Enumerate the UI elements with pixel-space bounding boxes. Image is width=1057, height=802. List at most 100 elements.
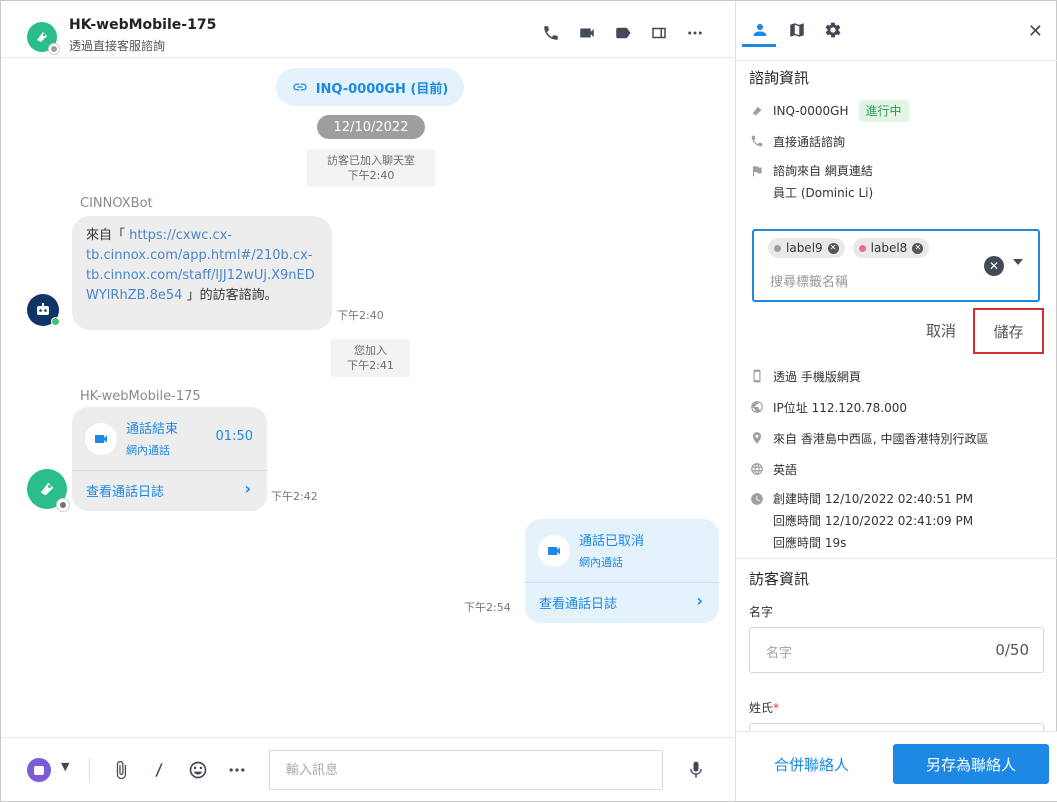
link-icon [293, 83, 307, 91]
chat-header: HK-webMobile-175 透過直接客服諮詢 [1, 1, 734, 58]
save-button[interactable]: 儲存 [973, 308, 1044, 354]
bot-message-suffix: 」的訪客諮詢。 [182, 288, 278, 303]
video-icon[interactable] [578, 24, 596, 42]
channel-row: 直接通話諮詢 [749, 133, 845, 150]
label-icon[interactable] [614, 24, 632, 42]
presence-badge [48, 43, 60, 55]
channel-avatar[interactable] [27, 758, 51, 782]
ticket-icon [37, 32, 47, 42]
visitor-avatar [27, 469, 70, 512]
system-message-text: 訪客已加入聊天室 [327, 154, 415, 167]
microphone-icon[interactable] [684, 758, 708, 782]
composer: ▼ [1, 737, 734, 801]
message-time: 下午2:40 [337, 309, 384, 322]
system-message-time: 下午2:40 [347, 169, 395, 182]
message-time: 下午2:42 [271, 490, 318, 503]
message-list[interactable]: INQ-0000GH (目前) 12/10/2022 訪客已加入聊天室 下午2:… [1, 59, 734, 736]
message-input[interactable] [269, 750, 663, 790]
call-cancelled-card: 通話已取消 網內通話 查看通話日誌 › [525, 519, 719, 623]
clear-icon[interactable]: ✕ [984, 256, 1004, 276]
phone-icon[interactable] [542, 24, 560, 42]
inquiry-id-row: INQ-0000GH 進行中 [749, 100, 909, 122]
chevron-right-icon: › [244, 479, 251, 498]
source-row: 諮詢來自 網頁連結 員工 (Dominic Li) [749, 160, 873, 204]
divider [736, 558, 1057, 559]
remove-label-icon[interactable]: ✕ [912, 242, 924, 254]
inquiry-pill[interactable]: INQ-0000GH (目前) [276, 68, 464, 106]
more-icon[interactable] [225, 758, 249, 782]
globe-icon [749, 461, 765, 477]
divider [89, 758, 90, 782]
label-search-input[interactable]: 搜尋標籤名稱 [770, 271, 848, 290]
status-badge: 進行中 [858, 100, 909, 122]
device-text: 透過 手機版網頁 [773, 370, 861, 384]
split-view-icon[interactable] [650, 24, 668, 42]
video-call-icon [85, 423, 117, 455]
phone-icon [749, 133, 765, 149]
slash-command-icon[interactable] [147, 758, 171, 782]
sender-name: CINNOXBot [80, 196, 153, 211]
ip-row: IP位址 112.120.78.000 [749, 399, 907, 416]
caret-down-icon[interactable] [1013, 259, 1023, 265]
char-count: 0/50 [995, 641, 1029, 659]
view-call-log-button[interactable]: 查看通話日誌 › [72, 470, 267, 510]
label-chip-text: label8 [870, 241, 908, 255]
chat-header-actions [542, 24, 704, 42]
panel-footer: 合併聯絡人 另存為聯絡人 [736, 731, 1057, 801]
call-summary: 通話已取消 網內通話 [525, 519, 719, 582]
time-row: 創建時間 12/10/2022 02:40:51 PM 回應時間 12/10/2… [749, 488, 973, 554]
view-call-log-label: 查看通話日誌 [539, 597, 618, 612]
caret-down-icon[interactable]: ▼ [61, 760, 69, 773]
call-title: 通話結束 [126, 422, 179, 437]
emoji-icon[interactable] [186, 758, 210, 782]
view-call-log-button[interactable]: 查看通話日誌 › [525, 582, 719, 622]
inquiry-pill-label: INQ-0000GH (目前) [315, 81, 449, 97]
call-subtitle: 網內通話 [126, 444, 170, 457]
person-icon[interactable] [749, 19, 771, 41]
inquiry-id: INQ-0000GH [773, 104, 849, 118]
created-time: 創建時間 12/10/2022 02:40:51 PM [773, 492, 974, 506]
system-message: 訪客已加入聊天室 下午2:40 [307, 149, 435, 187]
more-icon[interactable] [686, 24, 704, 42]
first-name-field[interactable]: 名字 0/50 [749, 627, 1044, 673]
system-message-time: 下午2:41 [347, 359, 394, 372]
label-chips: label9 ✕ label8 ✕ [768, 238, 930, 258]
label-chip: label9 ✕ [768, 238, 845, 258]
save-as-contact-button[interactable]: 另存為聯絡人 [893, 744, 1049, 784]
info-panel: ✕ 諮詢資訊 INQ-0000GH 進行中 直接通話諮詢 諮詢來自 網頁連結 員… [735, 1, 1057, 801]
visitor-avatar[interactable] [27, 22, 60, 55]
message-time: 下午2:54 [464, 601, 511, 614]
close-icon[interactable]: ✕ [1028, 23, 1043, 41]
ticket-icon [40, 482, 54, 496]
gear-icon[interactable] [822, 19, 844, 41]
bot-message-prefix: 來自「 [86, 228, 130, 243]
response-duration: 回應時間 19s [773, 536, 847, 550]
merge-contact-button[interactable]: 合併聯絡人 [774, 754, 849, 775]
map-icon[interactable] [786, 19, 808, 41]
last-name-label: 姓氏* [749, 701, 780, 715]
first-name-placeholder: 名字 [766, 646, 793, 661]
visitor-section-title: 訪客資訊 [749, 570, 810, 588]
language-row: 英語 [749, 461, 797, 478]
system-message: 您加入 下午2:41 [331, 339, 410, 377]
label-selector[interactable]: label9 ✕ label8 ✕ 搜尋標籤名稱 ✕ [752, 229, 1040, 302]
call-summary: 通話結束 網內通話 01:50 [72, 407, 267, 470]
device-row: 透過 手機版網頁 [749, 368, 861, 385]
remove-label-icon[interactable]: ✕ [827, 242, 839, 254]
attach-icon[interactable] [109, 758, 133, 782]
call-title: 通話已取消 [579, 534, 645, 549]
online-dot [51, 317, 60, 326]
call-duration: 01:50 [215, 429, 253, 444]
flag-icon [749, 163, 765, 179]
label-color-dot [858, 244, 866, 252]
responded-time: 回應時間 12/10/2022 02:41:09 PM [773, 514, 974, 528]
staff-text: 員工 (Dominic Li) [773, 186, 874, 200]
cancel-button[interactable]: 取消 [926, 320, 956, 341]
bot-message-bubble: 來自「 https://cxwc.cx-tb.cinnox.com/app.ht… [72, 216, 332, 330]
first-name-label: 名字 [749, 605, 774, 619]
date-divider: 12/10/2022 [317, 115, 425, 139]
active-tab-indicator [742, 44, 776, 47]
required-marker: * [773, 701, 780, 715]
robot-icon [37, 303, 49, 315]
channel-text: 直接通話諮詢 [773, 135, 846, 149]
